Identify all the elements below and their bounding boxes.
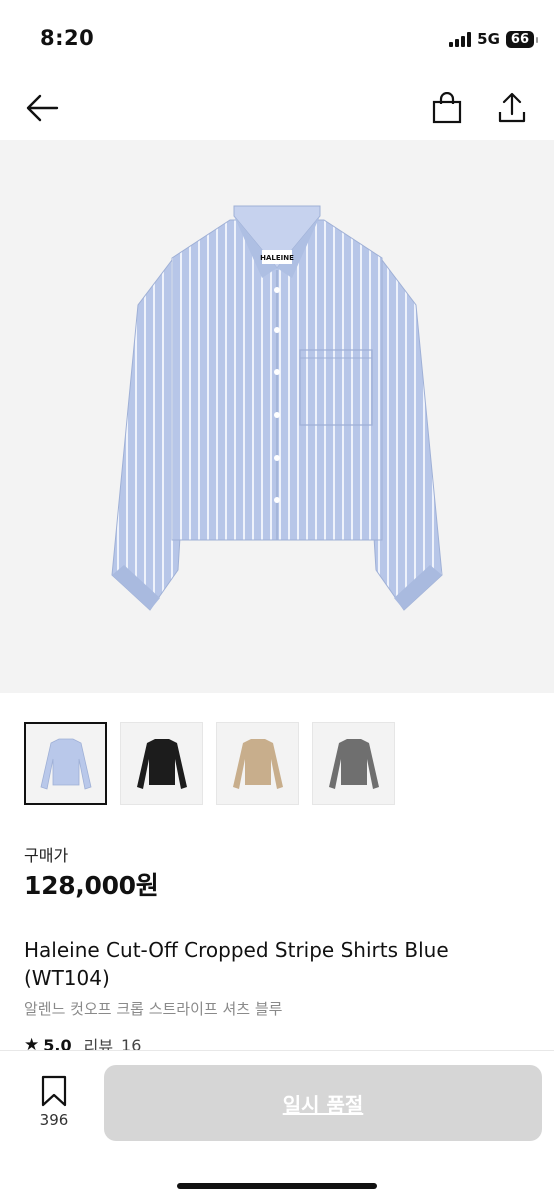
thumbnail-black[interactable] bbox=[120, 722, 203, 805]
product-subtitle: 알렌느 컷오프 크롭 스트라이프 셔츠 블루 bbox=[24, 1000, 283, 1018]
status-indicators: 5G 66 bbox=[449, 30, 539, 48]
share-icon bbox=[498, 92, 526, 123]
shopping-bag-icon bbox=[432, 92, 462, 124]
soldout-button[interactable]: 일시 품절 bbox=[104, 1065, 542, 1141]
bottom-action-bar: 396 일시 품절 bbox=[0, 1050, 554, 1200]
thumbnail-blue[interactable] bbox=[24, 722, 107, 805]
thumbnail-beige[interactable] bbox=[216, 722, 299, 805]
bookmark-count: 396 bbox=[39, 1111, 69, 1129]
thumbnail-shirt-icon bbox=[40, 738, 91, 790]
status-bar: 8:20 5G 66 bbox=[0, 0, 554, 80]
product-image[interactable]: HALEINE bbox=[0, 140, 554, 693]
home-indicator bbox=[177, 1183, 377, 1189]
thumbnail-strip bbox=[24, 722, 395, 805]
back-button[interactable] bbox=[20, 86, 64, 130]
signal-icon bbox=[449, 31, 472, 47]
bookmark-icon bbox=[41, 1075, 67, 1107]
status-time: 8:20 bbox=[40, 26, 95, 50]
share-button[interactable] bbox=[490, 86, 534, 130]
product-title: Haleine Cut-Off Cropped Stripe Shirts Bl… bbox=[24, 938, 449, 990]
svg-text:HALEINE: HALEINE bbox=[260, 254, 294, 262]
price-label: 구매가 bbox=[24, 846, 69, 865]
shirt-illustration: HALEINE bbox=[111, 205, 443, 611]
nav-bar bbox=[0, 80, 554, 140]
thumbnail-shirt-icon bbox=[232, 738, 283, 789]
thumbnail-shirt-icon bbox=[136, 738, 187, 789]
network-label: 5G bbox=[477, 30, 500, 48]
back-arrow-icon bbox=[26, 94, 59, 122]
bookmark-button[interactable]: 396 bbox=[28, 1075, 80, 1129]
cart-button[interactable] bbox=[425, 86, 469, 130]
thumbnail-gray[interactable] bbox=[312, 722, 395, 805]
thumbnail-shirt-icon bbox=[328, 738, 379, 789]
battery-icon: 66 bbox=[505, 30, 539, 48]
price-value: 128,000원 bbox=[24, 871, 159, 900]
